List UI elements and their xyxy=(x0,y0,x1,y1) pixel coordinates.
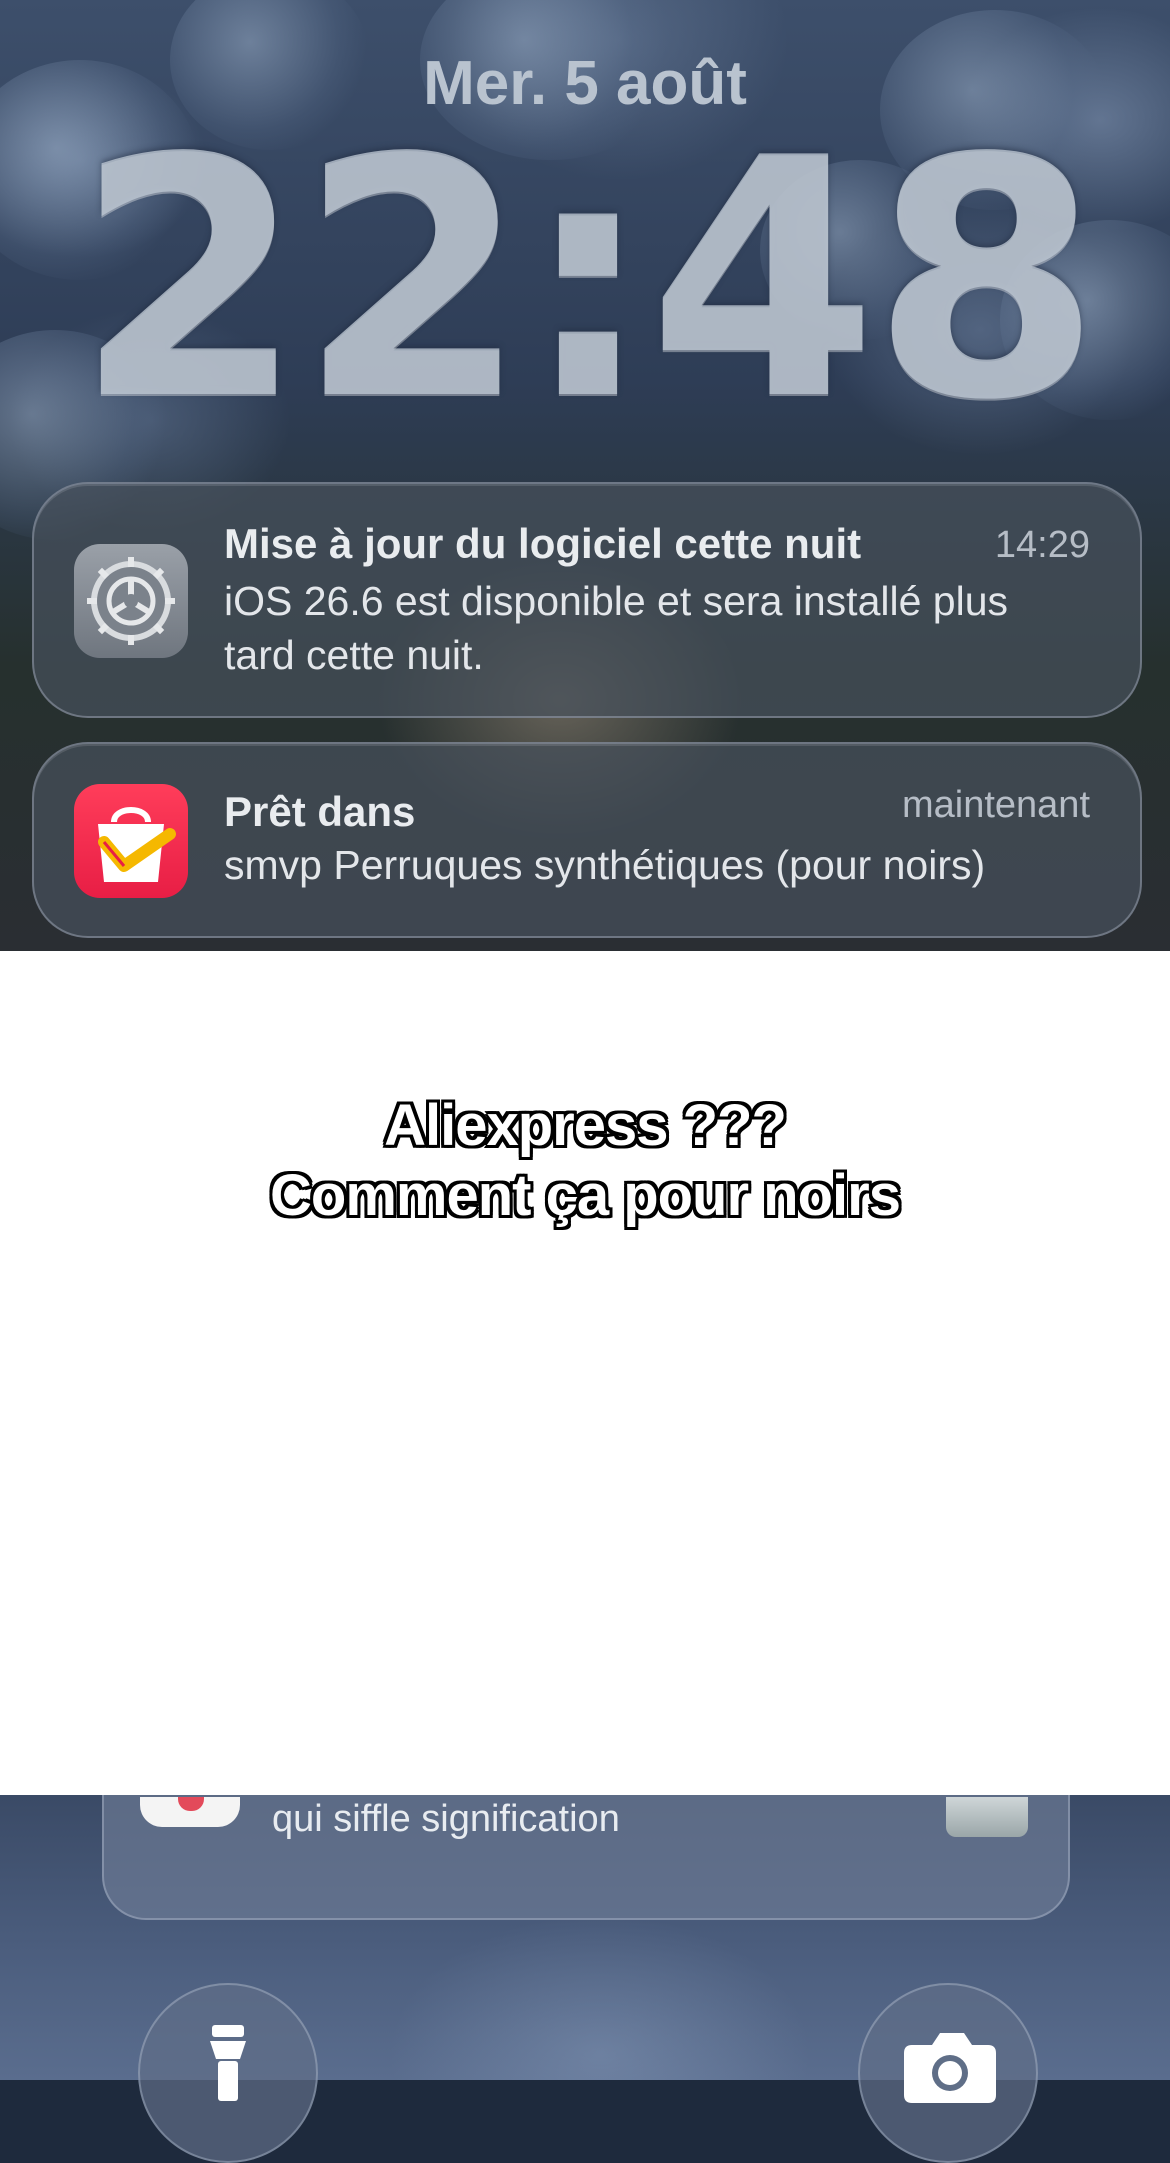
caption-line-1: Aliexpress ??? xyxy=(384,1093,787,1158)
settings-gear-icon xyxy=(74,544,188,658)
caption-line-2: Comment ça pour noirs xyxy=(270,1163,901,1228)
notification-software-update[interactable]: Mise à jour du logiciel cette nuit 14:29… xyxy=(32,482,1142,718)
camera-icon xyxy=(904,2033,996,2103)
notification-body: qui siffle signification xyxy=(272,1798,620,1840)
flashlight-button[interactable] xyxy=(138,1983,318,2163)
video-caption: Aliexpress ??? Comment ça pour noirs xyxy=(0,1091,1170,1231)
notification-body: smvp Perruques synthétiques (pour noirs) xyxy=(224,842,986,888)
news-app-icon xyxy=(140,1797,240,1827)
caption-overlay: Aliexpress ??? Comment ça pour noirs xyxy=(0,951,1170,1795)
notification-thumbnail xyxy=(946,1797,1028,1837)
lock-clock: 22:48 xyxy=(74,88,1101,472)
notification-time: maintenant xyxy=(901,784,1090,826)
lock-screen-top: Mer. 5 août 22:48 Mise à jour du logicie… xyxy=(0,0,1170,951)
notification-time: 14:29 xyxy=(994,524,1090,566)
notification-partial[interactable]: Citations de conseil · Oreille gauche qu… xyxy=(102,1795,1070,1920)
notification-body: iOS 26.6 est disponible et sera installé… xyxy=(224,578,1009,678)
camera-button[interactable] xyxy=(858,1983,1038,2163)
notification-aliexpress[interactable]: Prêt dans maintenant smvp Perruques synt… xyxy=(32,742,1142,938)
shopping-bag-check-icon xyxy=(74,784,188,898)
notification-title: Prêt dans xyxy=(224,788,416,835)
flashlight-icon xyxy=(210,2025,246,2101)
notification-title: Mise à jour du logiciel cette nuit xyxy=(224,520,862,567)
